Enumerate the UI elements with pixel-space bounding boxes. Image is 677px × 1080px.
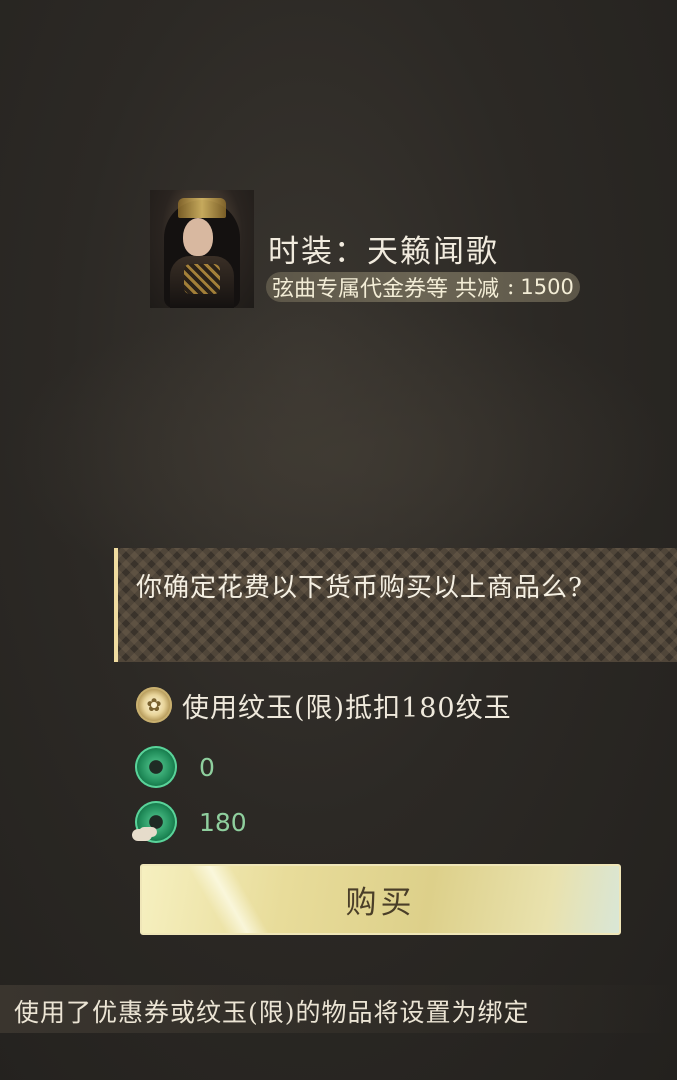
discount-label: 弦曲专属代金券等 共减 xyxy=(272,277,499,302)
bound-jade-coin-icon xyxy=(132,801,177,843)
jade-balance-row: 0 xyxy=(135,746,215,788)
product-avatar xyxy=(150,190,254,308)
background-glow xyxy=(0,300,677,560)
confirm-question: 你确定花费以下货币购买以上商品么? xyxy=(136,573,583,603)
confirm-banner: 你确定花费以下货币购买以上商品么? xyxy=(114,548,677,662)
jade-coin-icon xyxy=(135,746,177,788)
buy-button[interactable]: 购买 xyxy=(140,864,621,935)
use-coupon-label: 使用纹玉(限)抵扣180纹玉 xyxy=(182,692,512,724)
coupon-coin-icon[interactable]: ✿ xyxy=(136,687,172,723)
binding-notice-text: 使用了优惠券或纹玉(限)的物品将设置为绑定 xyxy=(14,998,530,1027)
discount-colon: : xyxy=(507,274,515,300)
buy-button-label: 购买 xyxy=(345,885,416,921)
bound-jade-balance-row: 180 xyxy=(132,801,247,843)
discount-amount: 1500 xyxy=(520,275,574,299)
use-coupon-option[interactable]: ✿ 使用纹玉(限)抵扣180纹玉 xyxy=(136,685,512,725)
product-title: 时装：天籁闻歌 xyxy=(268,234,499,270)
discount-badge: 弦曲专属代金券等 共减:1500 xyxy=(266,272,580,302)
bound-jade-balance-value: 180 xyxy=(199,807,247,837)
binding-notice: 使用了优惠券或纹玉(限)的物品将设置为绑定 xyxy=(0,985,677,1033)
jade-balance-value: 0 xyxy=(199,752,215,782)
